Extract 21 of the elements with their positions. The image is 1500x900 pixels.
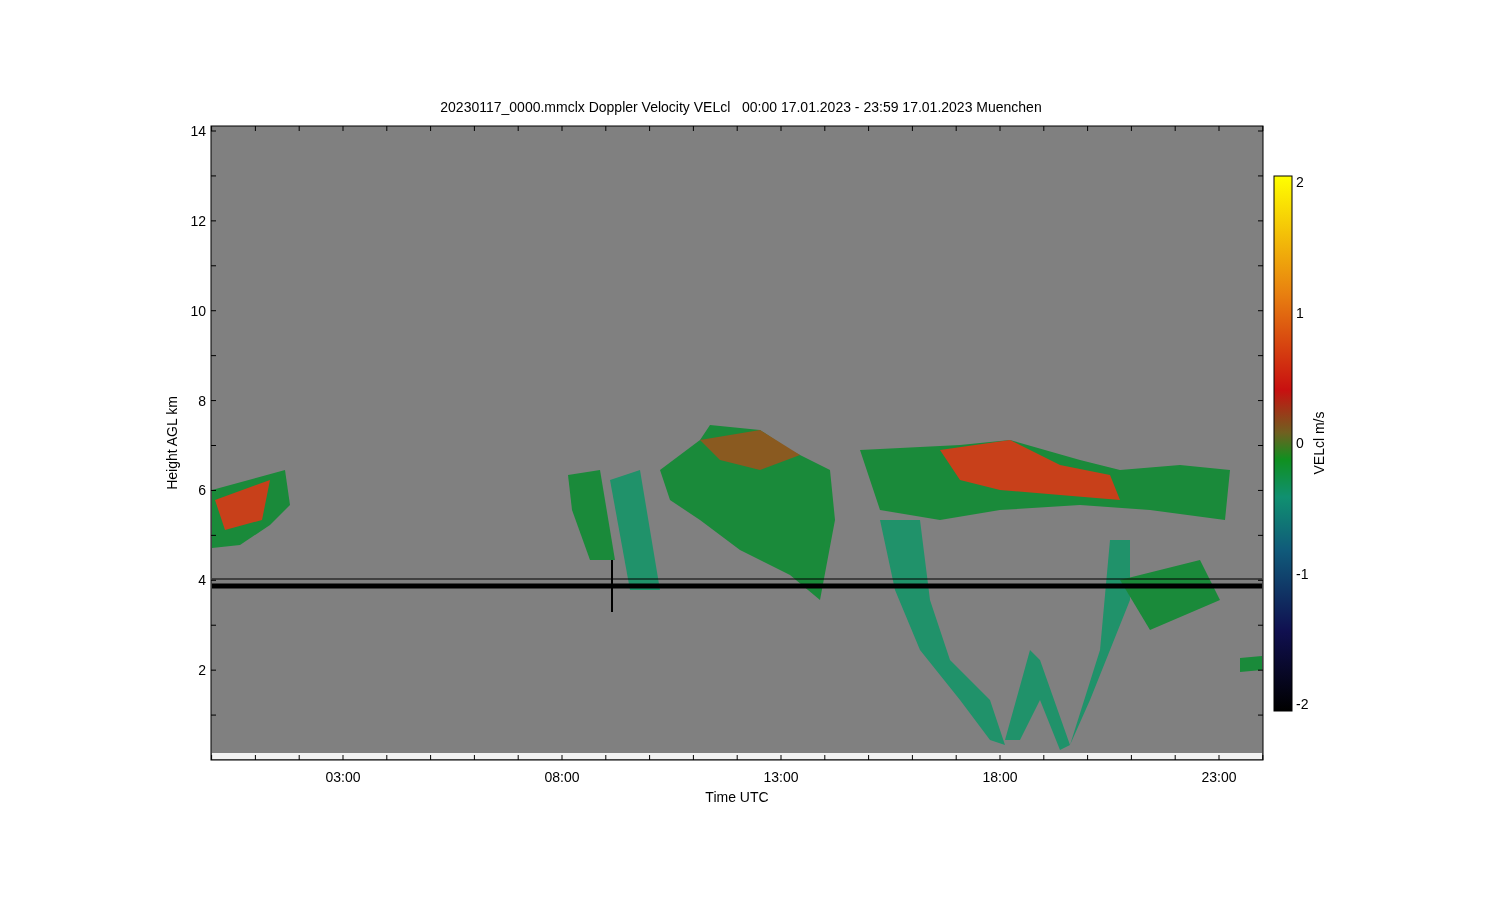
x-tick-label: 03:00 (325, 769, 361, 785)
colorbar-tick-label: 2 (1296, 174, 1304, 190)
x-tick-label: 18:00 (982, 769, 1018, 785)
y-tick-label: 6 (198, 482, 206, 499)
x-tick-label: 13:00 (763, 769, 799, 785)
plot-title: 20230117_0000.mmclx Doppler Velocity VELcl 00:00 17.01.2023 - 23:59 17.01.2023 Muenchen (440, 99, 1042, 115)
colorbar-label: VELcl m/s (1311, 411, 1327, 475)
x-tick-label: 23:00 (1201, 769, 1237, 785)
y-axis-label: Height AGL km (164, 396, 180, 490)
y-tick-label: 4 (198, 572, 206, 589)
y-tick-label: 14 (190, 123, 206, 139)
y-tick-label: 10 (190, 302, 206, 319)
colorbar-tick-label: 1 (1296, 304, 1304, 321)
y-tick-label: 2 (198, 662, 206, 679)
y-tick-label: 12 (190, 212, 206, 229)
x-axis-label: Time UTC (705, 789, 769, 805)
x-tick-label: 08:00 (544, 769, 580, 785)
colorbar-tick-label: 0 (1296, 435, 1304, 451)
colorbar-tick-label: -2 (1296, 696, 1309, 712)
y-tick-label: 8 (198, 392, 206, 409)
colorbar-tick-label: -1 (1296, 565, 1309, 582)
